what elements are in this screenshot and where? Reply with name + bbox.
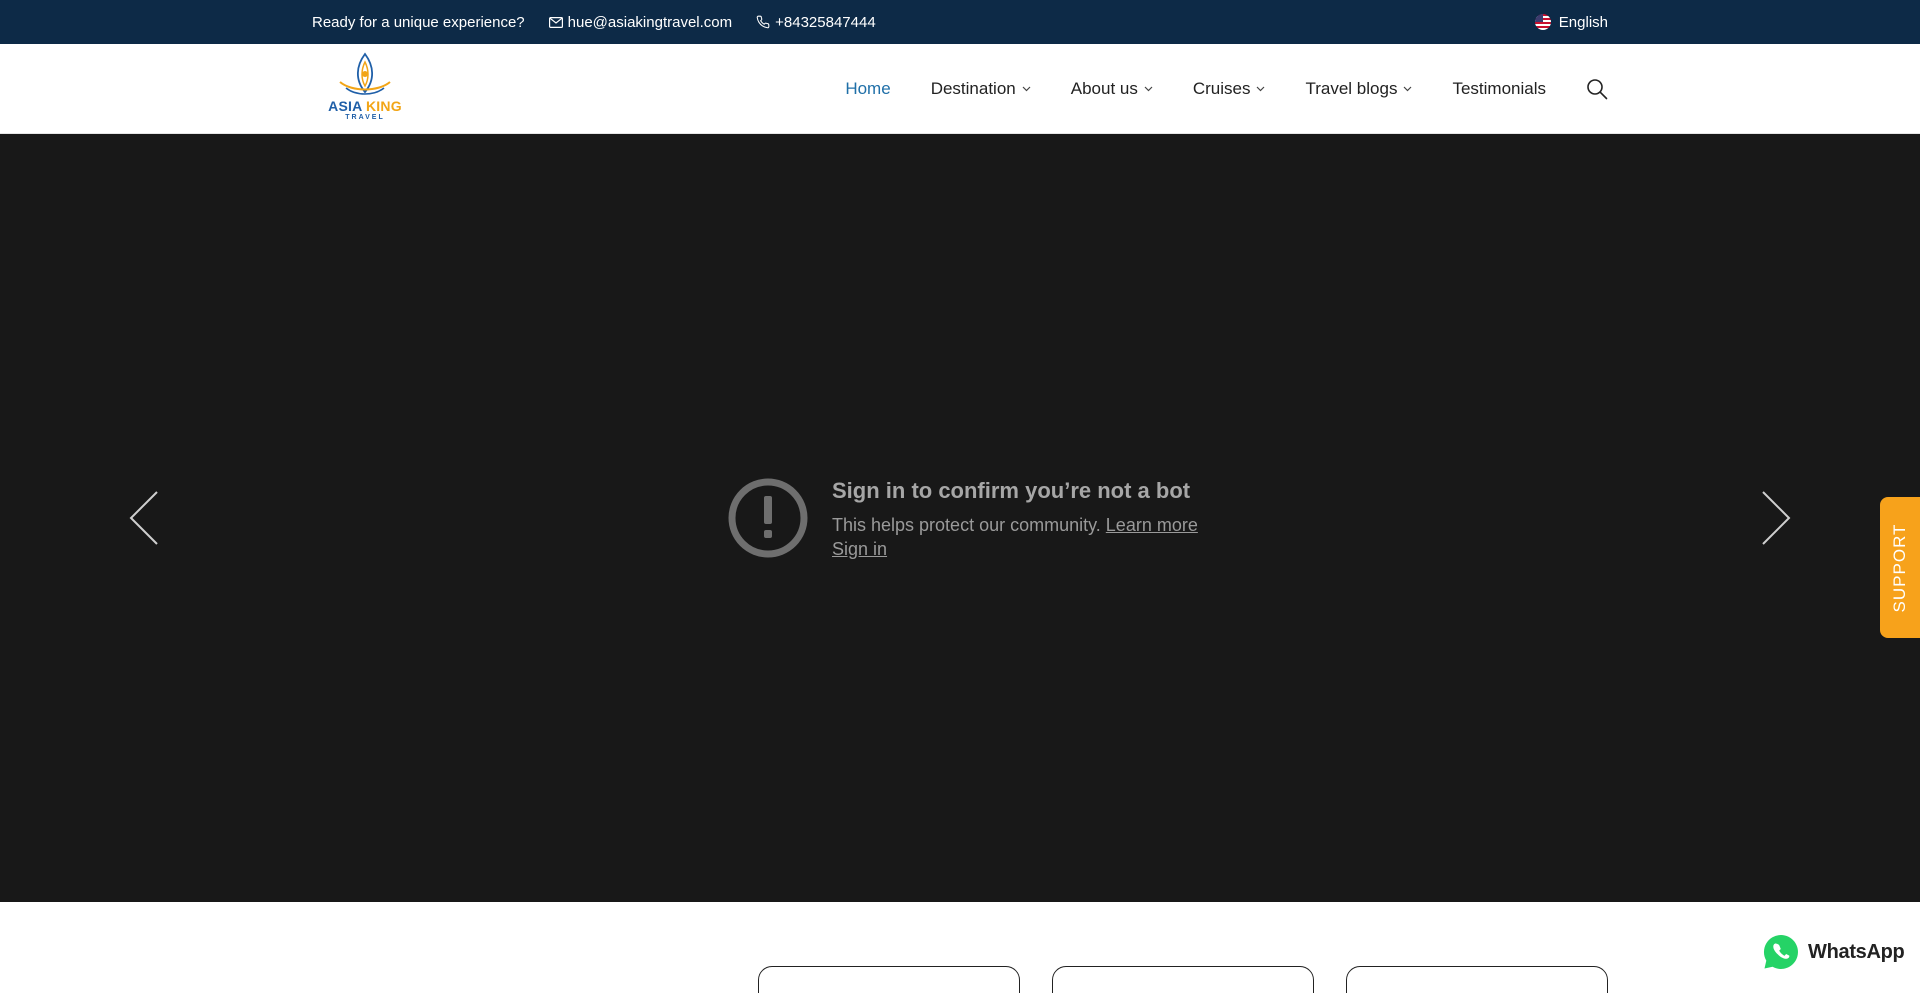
logo-brand: ASIA KING: [322, 98, 408, 114]
video-error-title: Sign in to confirm you’re not a bot: [832, 478, 1191, 503]
learn-more-link[interactable]: Learn more: [1106, 515, 1198, 535]
slider-prev-button[interactable]: [124, 490, 164, 546]
email-text: hue@asiakingtravel.com: [567, 13, 733, 31]
nav-travel-blogs-label: Travel blogs: [1305, 79, 1398, 98]
search-icon: [1587, 79, 1608, 100]
chevron-left-icon: [129, 491, 158, 545]
alert-circle-icon: [728, 478, 808, 558]
nav-about-us-label: About us: [1070, 79, 1138, 98]
us-flag-icon: [1534, 14, 1551, 30]
nav-about-us[interactable]: About us: [1071, 79, 1153, 99]
site-logo[interactable]: ASIA KING TRAVEL: [322, 52, 408, 126]
logo-brand-left: ASIA: [328, 98, 362, 114]
nav-destination[interactable]: Destination: [931, 79, 1031, 99]
search-button[interactable]: [1586, 78, 1608, 100]
language-selector[interactable]: English: [1534, 13, 1608, 31]
whatsapp-icon: [1763, 934, 1798, 969]
phone-text: +84325847444: [775, 13, 876, 31]
hero-video: Sign in to confirm you’re not a bot This…: [0, 134, 1920, 902]
main-header: ASIA KING TRAVEL Home Destination About …: [0, 44, 1920, 134]
nav-travel-blogs[interactable]: Travel blogs: [1305, 79, 1412, 99]
nav-cruises-label: Cruises: [1192, 79, 1251, 98]
chevron-down-icon: [1144, 86, 1153, 92]
tagline-text: Ready for a unique experience?: [312, 13, 525, 31]
email-link[interactable]: hue@asiakingtravel.com: [548, 13, 733, 31]
nav-destination-label: Destination: [930, 79, 1016, 98]
main-nav: Home Destination About us Cruises Travel…: [805, 44, 1608, 134]
phone-icon: [756, 15, 770, 29]
nav-home[interactable]: Home: [845, 79, 890, 99]
video-error-description-text: This helps protect our community.: [832, 515, 1101, 535]
video-error-description: This helps protect our community. Learn …: [832, 515, 1198, 536]
phone-link[interactable]: +84325847444: [756, 14, 876, 31]
nav-cruises[interactable]: Cruises: [1193, 79, 1266, 99]
top-bar: Ready for a unique experience? hue@asiak…: [0, 0, 1920, 44]
logo-mark-icon: [339, 52, 391, 95]
mail-icon: [548, 16, 563, 28]
nav-testimonials-label: Testimonials: [1452, 79, 1546, 98]
language-label: English: [1558, 13, 1608, 31]
chevron-down-icon: [1404, 86, 1412, 92]
slider-next-button[interactable]: [1756, 490, 1796, 546]
support-tab[interactable]: SUPPORT: [1880, 497, 1920, 638]
chevron-down-icon: [1257, 86, 1265, 92]
logo-brand-right: KING: [366, 98, 402, 114]
whatsapp-button[interactable]: WhatsApp: [1762, 933, 1905, 971]
video-error-message: Sign in to confirm you’re not a bot This…: [728, 478, 1248, 568]
feature-card[interactable]: [1346, 966, 1608, 993]
whatsapp-label: WhatsApp: [1808, 940, 1905, 963]
logo-subtitle: TRAVEL: [345, 114, 385, 121]
nav-testimonials[interactable]: Testimonials: [1452, 79, 1546, 99]
chevron-right-icon: [1762, 491, 1791, 545]
sign-in-link[interactable]: Sign in: [832, 539, 887, 560]
feature-card[interactable]: [1052, 966, 1314, 993]
feature-card[interactable]: [758, 966, 1020, 993]
nav-home-label: Home: [845, 79, 891, 98]
tagline: Ready for a unique experience?: [312, 14, 525, 31]
chevron-down-icon: [1022, 86, 1031, 92]
support-label: SUPPORT: [1890, 523, 1909, 612]
